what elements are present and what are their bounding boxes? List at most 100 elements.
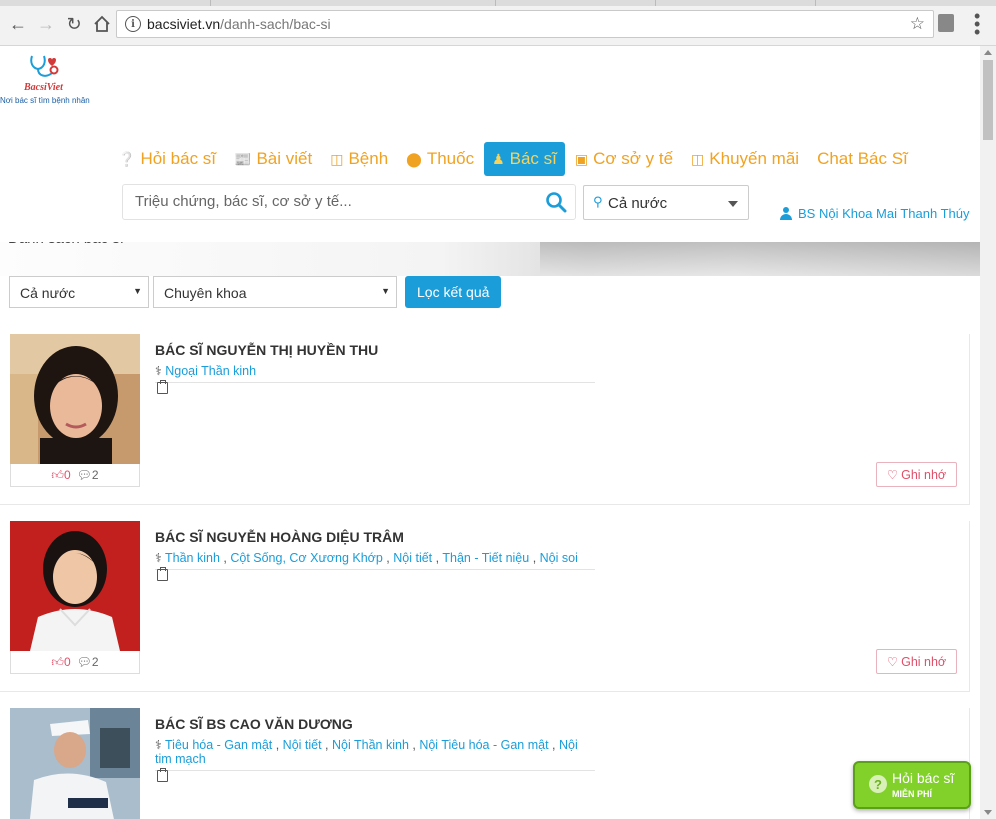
nav-label: Cơ sở y tế — [593, 149, 674, 168]
search-box — [122, 184, 576, 220]
hospital-icon: ▣ — [574, 150, 589, 167]
page-scrollbar[interactable] — [980, 46, 996, 819]
doctor-stats: 👍︎0 💬︎2 — [10, 651, 140, 674]
filter-bar: Cả nước ▼ Chuyên khoa ▼ Lọc kết quả — [9, 276, 502, 308]
specialty-link[interactable]: Nội tiết — [393, 551, 432, 565]
doctor-name[interactable]: BÁC SĨ NGUYỄN THỊ HUYỀN THU — [155, 342, 378, 358]
doctor-card: BÁC SĨ BS CAO VĂN DƯƠNG ⚕ Tiêu hóa - Gan… — [0, 708, 970, 819]
ask-doctor-floating-button[interactable]: ? Hỏi bác sĩ MIỄN PHÍ — [853, 761, 971, 809]
specialty-link[interactable]: Nội Tiêu hóa - Gan mật — [419, 738, 548, 752]
main-nav: ❔ Hỏi bác sĩ 📰 Bài viết ◫ Bệnh ⬤ Thuốc ♟… — [110, 142, 918, 176]
newspaper-icon: 📰 — [234, 150, 252, 167]
comment-count[interactable]: 💬︎2 — [77, 655, 99, 669]
site-info-icon[interactable]: i — [125, 16, 141, 32]
page-banner: Danh sách bác sĩ — [0, 236, 980, 276]
search-icon[interactable] — [545, 191, 567, 213]
region-select[interactable]: Cả nước ▼ — [9, 276, 149, 308]
question-circle-icon: ❔ — [118, 150, 136, 167]
filter-submit-button[interactable]: Lọc kết quả — [405, 276, 502, 308]
nav-label: Hỏi bác sĩ — [140, 149, 217, 168]
stethoscope-icon: ⚕ — [155, 364, 162, 378]
scroll-down-icon[interactable] — [984, 810, 992, 815]
banner-image — [540, 236, 980, 276]
browser-menu-icon[interactable]: • • • — [974, 7, 980, 41]
like-count[interactable]: 👍︎0 — [51, 655, 70, 670]
specialty-link[interactable]: Thần kinh — [165, 551, 220, 565]
specialty-link[interactable]: Tiêu hóa - Gan mật — [165, 738, 272, 752]
nav-label: Chat Bác Sĩ — [817, 149, 908, 168]
banner-mask — [0, 236, 980, 242]
nav-item-medicine[interactable]: ⬤ Thuốc — [398, 142, 482, 176]
doctor-card: 👍︎0 💬︎2 BÁC SĨ NGUYỄN HOÀNG DIỆU TRÂM ⚕ … — [0, 521, 970, 692]
stethoscope-icon — [30, 55, 59, 77]
home-button[interactable] — [90, 12, 114, 36]
scrollbar-thumb[interactable] — [983, 60, 993, 140]
user-account-link[interactable]: BS Nội Khoa Mai Thanh Thúy — [780, 206, 970, 221]
like-count[interactable]: 👍︎0 — [51, 468, 70, 483]
nav-item-articles[interactable]: 📰 Bài viết — [226, 142, 320, 176]
nav-item-doctors[interactable]: ♟ Bác sĩ — [484, 142, 565, 176]
doctor-name[interactable]: BÁC SĨ NGUYỄN HOÀNG DIỆU TRÂM — [155, 529, 404, 545]
doctor-photo[interactable] — [10, 708, 140, 819]
specialty-link[interactable]: Ngoại Thần kinh — [165, 364, 256, 378]
back-button[interactable]: ← — [6, 12, 30, 36]
clipboard-icon — [157, 380, 168, 394]
bookmark-star-icon[interactable]: ☆ — [910, 14, 925, 34]
address-bar[interactable]: i bacsiviet.vn/danh-sach/bac-si ☆ — [116, 10, 934, 38]
region-value: Cả nước — [20, 285, 76, 301]
search-input[interactable] — [135, 193, 535, 210]
comment-icon: 💬︎ — [76, 468, 92, 482]
reload-button[interactable]: ↻ — [62, 12, 86, 36]
doctor-photo[interactable] — [10, 521, 140, 651]
clipboard-icon — [157, 567, 168, 581]
tab-divider — [495, 0, 496, 6]
tab-divider — [655, 0, 656, 6]
doctor-card: 👍︎0 💬︎2 BÁC SĨ NGUYỄN THỊ HUYỀN THU ⚕ Ng… — [0, 334, 970, 505]
nav-item-ask-doctor[interactable]: ❔ Hỏi bác sĩ — [110, 142, 224, 176]
url-text[interactable]: bacsiviet.vn/danh-sach/bac-si — [147, 16, 331, 32]
nav-item-diseases[interactable]: ◫ Bệnh — [322, 142, 396, 176]
thumbs-up-icon: 👍︎ — [51, 467, 64, 482]
specialty-link[interactable]: Nội Thần kinh — [332, 738, 409, 752]
nav-label: Khuyến mãi — [709, 149, 800, 168]
nav-label: Thuốc — [426, 149, 475, 168]
doctor-name[interactable]: BÁC SĨ BS CAO VĂN DƯƠNG — [155, 716, 353, 732]
extension-icon[interactable] — [938, 14, 954, 32]
doctor-photo[interactable] — [10, 334, 140, 464]
nav-label: Bác sĩ — [509, 149, 557, 168]
ask-button-label: Hỏi bác sĩ — [892, 770, 955, 786]
site-logo[interactable]: BacsiViet Nơi bác sĩ tìm bệnh nhân — [0, 52, 92, 108]
tab-strip — [0, 0, 996, 6]
remember-button[interactable]: ♡ Ghi nhớ — [876, 649, 957, 674]
doctor-portrait — [10, 521, 140, 651]
remember-button[interactable]: ♡ Ghi nhớ — [876, 462, 957, 487]
nav-item-facilities[interactable]: ▣ Cơ sở y tế — [567, 142, 681, 176]
stethoscope-icon: ⚕ — [155, 551, 162, 565]
pill-icon: ⬤ — [406, 150, 422, 167]
nav-item-chat[interactable]: Chat Bác Sĩ — [809, 142, 916, 176]
tab-divider — [815, 0, 816, 6]
stethoscope-icon: ⚕ — [155, 738, 162, 752]
doctor-portrait — [10, 334, 140, 464]
user-name: BS Nội Khoa Mai Thanh Thúy — [798, 206, 970, 221]
forward-button[interactable]: → — [34, 12, 58, 36]
comment-count[interactable]: 💬︎2 — [77, 468, 99, 482]
specialty-link[interactable]: Cột Sống, Cơ Xương Khớp — [230, 551, 382, 565]
specialty-link[interactable]: Nội soi — [540, 551, 578, 565]
ask-button-sublabel: MIỄN PHÍ — [892, 789, 933, 799]
specialty-link[interactable]: Nội tiết — [283, 738, 322, 752]
thumbs-up-icon: 👍︎ — [51, 654, 64, 669]
dropdown-arrow-icon: ▼ — [133, 286, 142, 296]
nav-item-promotions[interactable]: ◫ Khuyến mãi — [683, 142, 807, 176]
doctor-icon: ♟ — [492, 150, 505, 167]
scroll-up-icon[interactable] — [984, 50, 992, 55]
specialty-select[interactable]: Chuyên khoa ▼ — [153, 276, 397, 308]
bed-icon: ◫ — [330, 150, 344, 167]
specialty-link[interactable]: Thận - Tiết niệu — [442, 551, 529, 565]
heart-icon: ♡ — [886, 468, 899, 482]
nav-label: Bài viết — [256, 149, 313, 168]
tab-divider — [210, 0, 211, 6]
clipboard-icon — [157, 768, 168, 782]
location-select[interactable]: ⚲ Cả nước — [583, 185, 749, 220]
page: BacsiViet Nơi bác sĩ tìm bệnh nhân ❔ Hỏi… — [0, 46, 980, 819]
